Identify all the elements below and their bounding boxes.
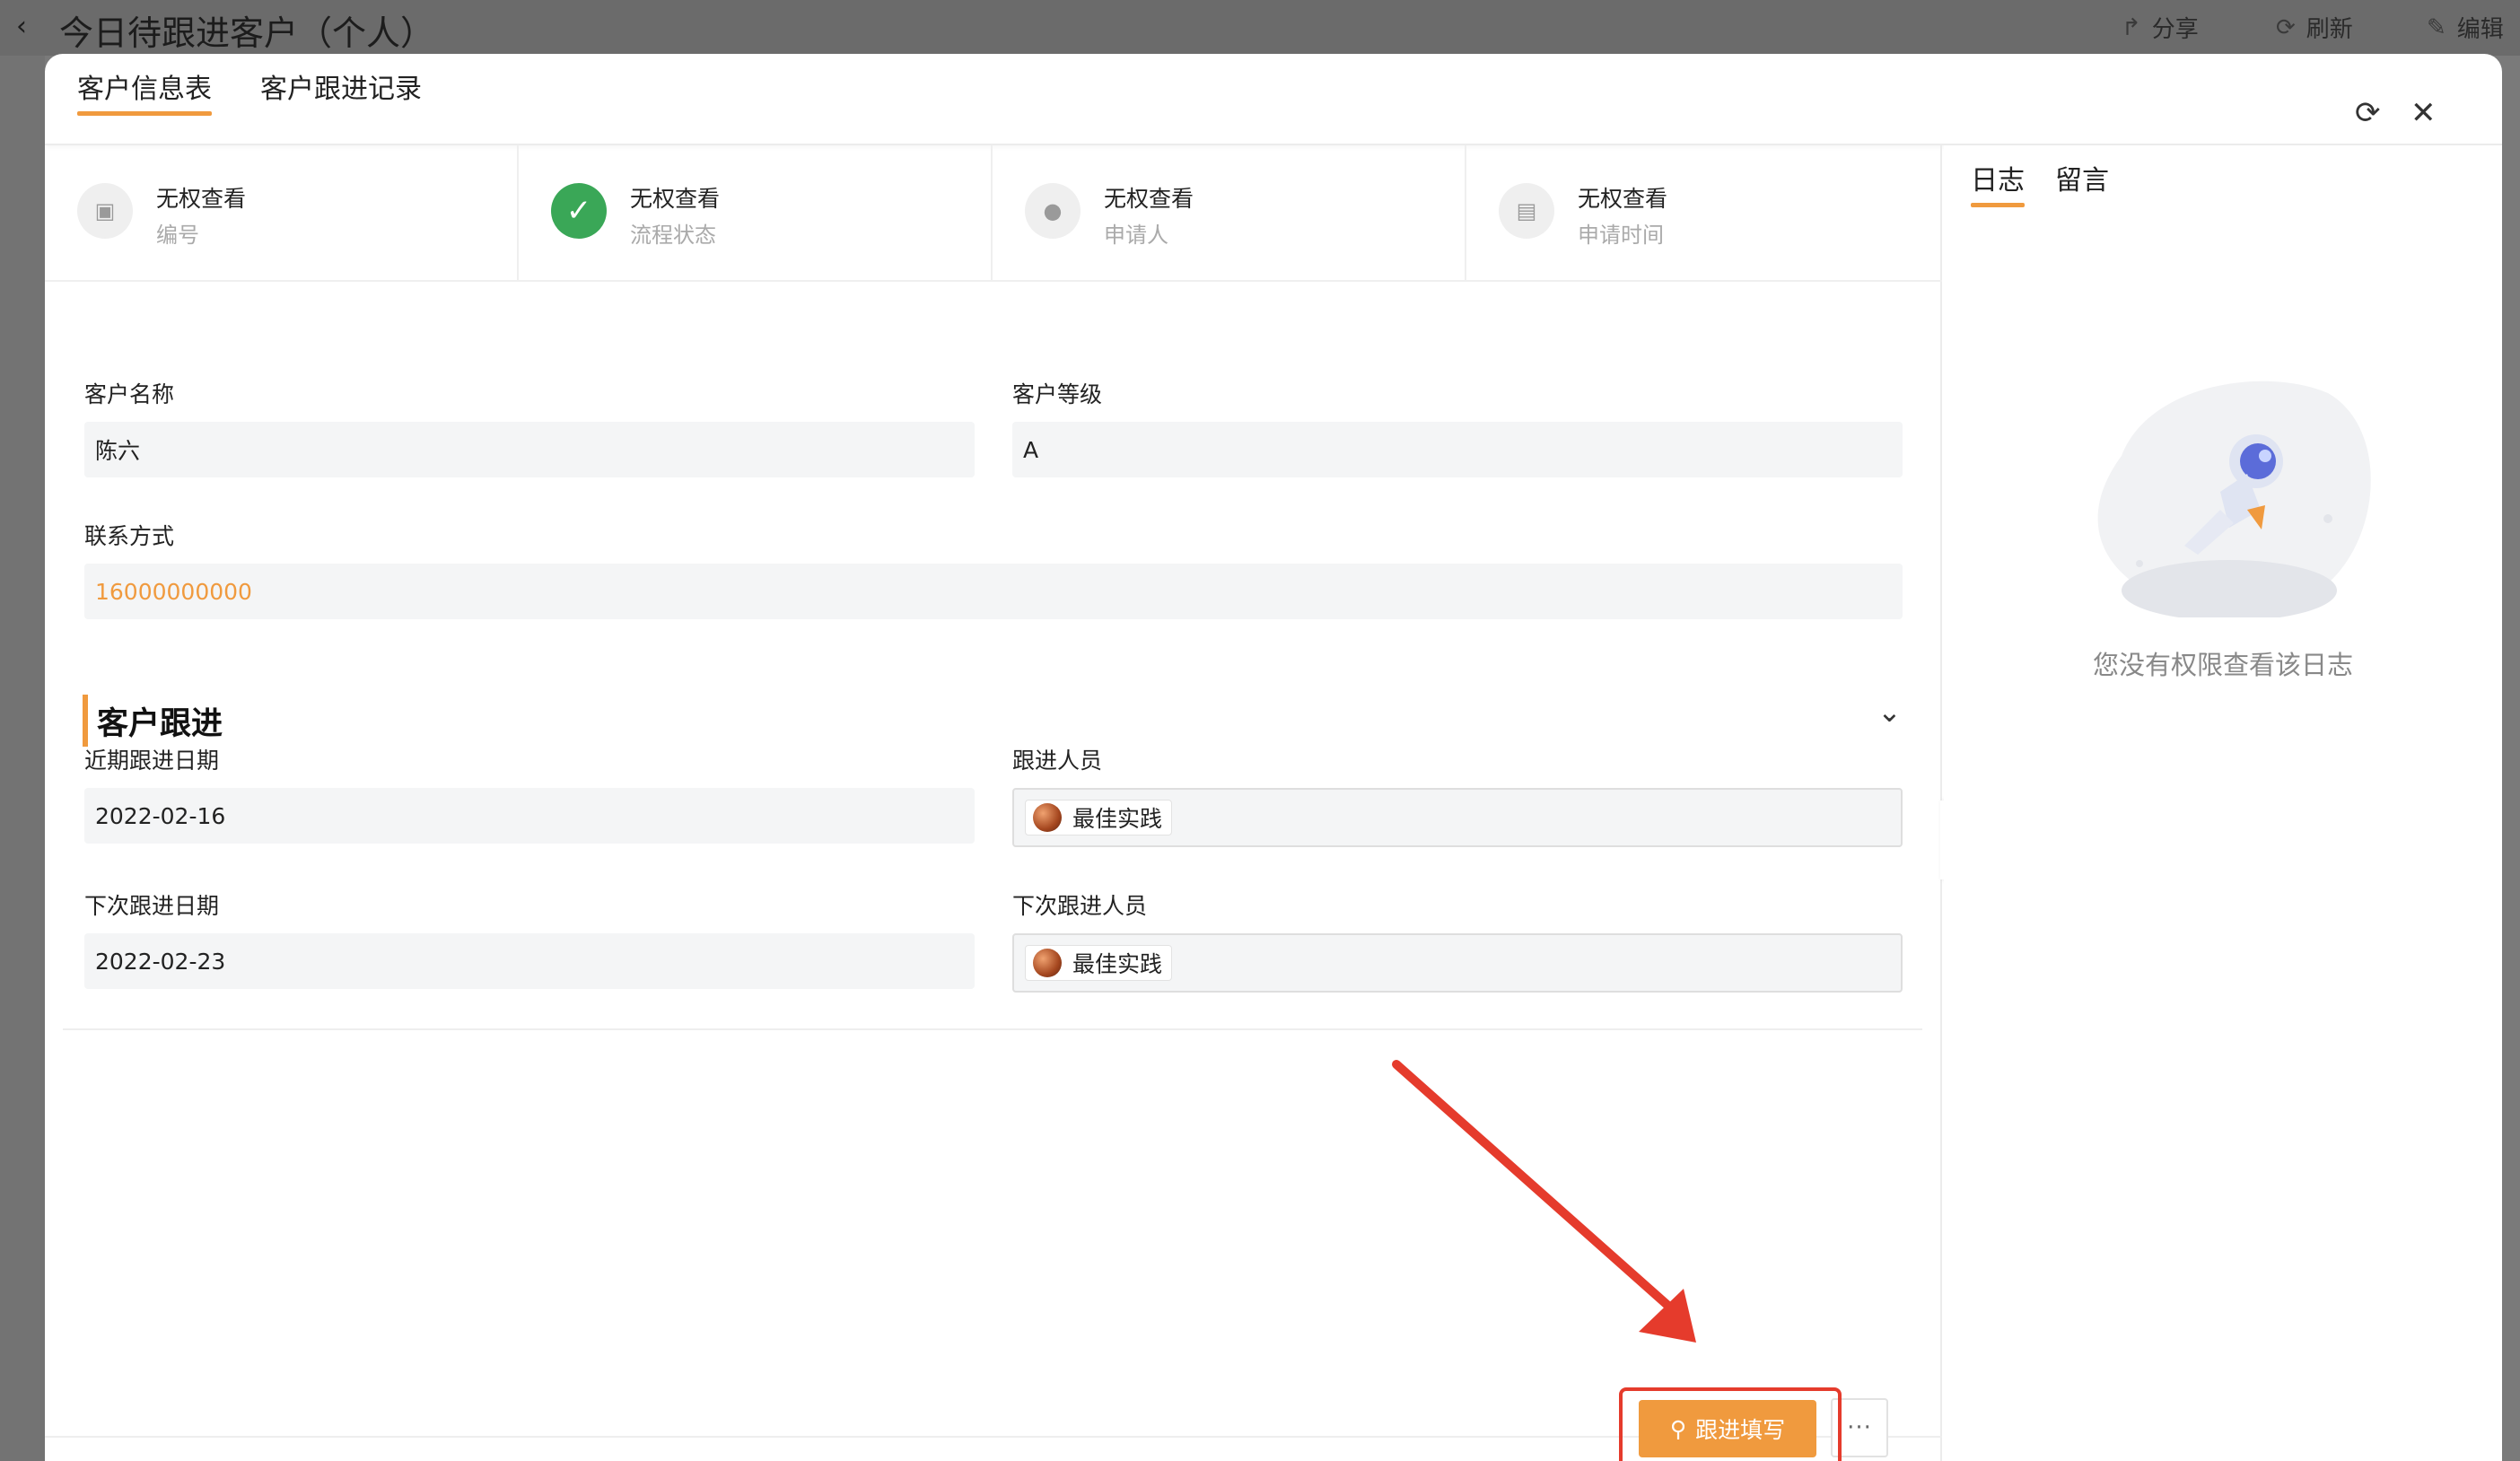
section-title: 客户跟进 — [97, 706, 223, 742]
status-value: 无权查看 — [1578, 186, 1668, 212]
refresh-button-bg[interactable]: ⟳ 刷新 — [2276, 11, 2353, 44]
share-label: 分享 — [2151, 16, 2199, 43]
customer-level-value: A — [1023, 436, 1039, 463]
status-value: 无权查看 — [630, 186, 721, 212]
empty-illustration — [2097, 381, 2371, 617]
next-follower-chip: 最佳实践 — [1025, 945, 1173, 981]
status-label: 申请人 — [1104, 223, 1168, 248]
status-value: 无权查看 — [156, 186, 247, 212]
number-icon: ▣ — [77, 183, 133, 239]
next-follower-field[interactable]: 最佳实践 — [1012, 933, 1903, 993]
contact-phone-link[interactable]: 16000000000 — [95, 579, 252, 605]
close-icon[interactable]: ✕ — [2411, 95, 2437, 131]
status-cell-time: ▤ 无权查看 申请时间 — [1466, 145, 1940, 282]
modal-refresh-icon[interactable]: ⟳ — [2355, 95, 2381, 131]
more-icon: ··· — [1847, 1414, 1872, 1441]
share-button[interactable]: ↱ 分享 — [2122, 11, 2199, 44]
share-icon: ↱ — [2122, 13, 2141, 41]
background-header: ‹ 今日待跟进客户（个人） ↱ 分享 ⟳ 刷新 ✎ 编辑 — [0, 0, 2520, 56]
avatar — [1033, 949, 1062, 977]
customer-level-label: 客户等级 — [1012, 381, 1103, 407]
tab-customer-info[interactable]: 客户信息表 — [77, 66, 212, 116]
edit-label: 编辑 — [2456, 16, 2504, 43]
tab-follow-records[interactable]: 客户跟进记录 — [260, 66, 422, 106]
log-pane: 日志 留言 您没有权限查看该日志 — [1944, 145, 2502, 1461]
background-sidebar — [0, 56, 45, 1461]
recent-date-label: 近期跟进日期 — [84, 748, 220, 774]
chevron-down-icon[interactable]: ⌄ — [1877, 695, 1902, 729]
customer-name-field[interactable]: 陈六 — [84, 422, 975, 477]
follower-chip: 最佳实践 — [1025, 800, 1173, 835]
status-cell-applicant: ● 无权查看 申请人 — [993, 145, 1466, 282]
next-follower-name: 最佳实践 — [1072, 951, 1163, 977]
status-label: 申请时间 — [1578, 223, 1664, 248]
refresh-label: 刷新 — [2306, 16, 2353, 43]
section-accent-bar — [83, 695, 88, 747]
background-page-title: 今日待跟进客户（个人） — [59, 13, 435, 53]
check-icon: ✓ — [551, 183, 607, 239]
next-date-field[interactable]: 2022-02-23 — [84, 933, 975, 989]
next-date-label: 下次跟进日期 — [84, 893, 220, 919]
next-follower-label: 下次跟进人员 — [1012, 893, 1148, 919]
tab-log[interactable]: 日志 — [1971, 158, 2025, 207]
status-row: ▣ 无权查看 编号 ✓ 无权查看 流程状态 ● 无权查看 申请人 ▤ 无权查看 … — [45, 145, 1942, 282]
status-value: 无权查看 — [1104, 186, 1194, 212]
empty-state-text: 您没有权限查看该日志 — [2092, 650, 2353, 680]
refresh-icon: ⟳ — [2276, 13, 2296, 41]
contact-field[interactable]: 16000000000 — [84, 564, 1903, 619]
recent-date-field[interactable]: 2022-02-16 — [84, 788, 975, 844]
tab-message[interactable]: 留言 — [2055, 158, 2109, 197]
status-cell-flow: ✓ 无权查看 流程状态 — [519, 145, 993, 282]
person-icon: ● — [1025, 183, 1081, 239]
form-pane: ▣ 无权查看 编号 ✓ 无权查看 流程状态 ● 无权查看 申请人 ▤ 无权查看 … — [45, 145, 1942, 1461]
follower-field[interactable]: 最佳实践 — [1012, 788, 1903, 847]
section-divider — [63, 1028, 1922, 1030]
recent-date-value: 2022-02-16 — [95, 802, 226, 829]
next-date-value: 2022-02-23 — [95, 948, 226, 975]
edit-button[interactable]: ✎ 编辑 — [2427, 11, 2504, 44]
calendar-icon: ▤ — [1499, 183, 1554, 239]
customer-name-value: 陈六 — [95, 438, 141, 464]
status-label: 编号 — [156, 223, 199, 248]
avatar — [1033, 803, 1062, 832]
follower-name: 最佳实践 — [1072, 806, 1163, 832]
highlight-annotation — [1619, 1387, 1842, 1461]
tab-bar: 客户信息表 客户跟进记录 ⟳ ✕ — [45, 54, 2502, 145]
customer-record-modal: 客户信息表 客户跟进记录 ⟳ ✕ ▣ 无权查看 编号 ✓ 无权查看 流程状态 ●… — [45, 54, 2502, 1461]
customer-name-label: 客户名称 — [84, 381, 175, 407]
contact-label: 联系方式 — [84, 523, 175, 549]
edit-icon: ✎ — [2427, 13, 2446, 41]
back-icon[interactable]: ‹ — [16, 11, 27, 42]
customer-level-field[interactable]: A — [1012, 422, 1903, 477]
follower-label: 跟进人员 — [1012, 748, 1103, 774]
status-label: 流程状态 — [630, 223, 716, 248]
status-cell-number: ▣ 无权查看 编号 — [45, 145, 519, 282]
